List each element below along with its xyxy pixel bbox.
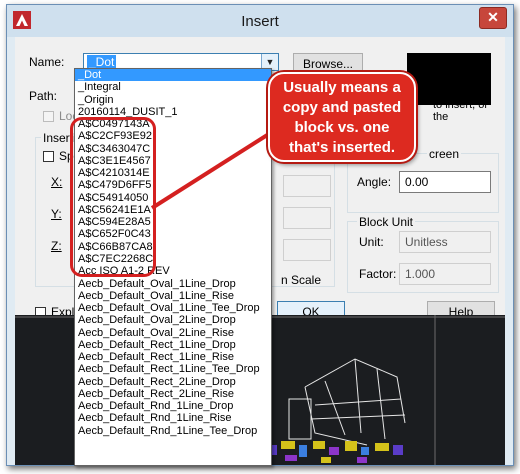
dropdown-item[interactable]: Aecb_Default_Oval_2Line_Rise — [75, 327, 271, 339]
dropdown-item[interactable]: Aecb_Default_Rnd_1Line_Tee_Drop — [75, 425, 271, 437]
dropdown-item[interactable]: Aecb_Default_Rect_2Line_Drop — [75, 376, 271, 388]
dropdown-item[interactable]: Aecb_Default_Rnd_1Line_Drop — [75, 400, 271, 412]
scale-x-field[interactable] — [283, 175, 331, 197]
callout-pointer — [150, 130, 274, 210]
dropdown-item[interactable]: Aecb_Default_Rect_2Line_Rise — [75, 388, 271, 400]
highlight-oval — [70, 117, 156, 277]
dropdown-item[interactable]: _Origin — [75, 94, 271, 106]
dropdown-item[interactable]: Aecb_Default_Oval_2Line_Drop — [75, 314, 271, 326]
locate-checkbox[interactable] — [43, 111, 54, 122]
callout-line: block vs. one — [294, 119, 390, 136]
name-label: Name: — [29, 55, 65, 69]
window-title: Insert — [241, 13, 279, 30]
dropdown-item[interactable]: Aecb_Default_Rect_1Line_Drop — [75, 339, 271, 351]
block-preview — [407, 53, 491, 105]
factor-label: Factor: — [359, 267, 397, 281]
y-label: Y: — [51, 207, 62, 221]
help-text-fragment: to insert, or the — [433, 99, 489, 123]
name-combobox-value: _Dot — [87, 55, 117, 69]
dropdown-item[interactable]: Aecb_Default_Rect_1Line_Tee_Drop — [75, 363, 271, 375]
callout-line: Usually means a — [283, 79, 401, 96]
angle-field[interactable]: 0.00 — [399, 171, 491, 193]
path-label: Path: — [29, 89, 58, 103]
callout-line: copy and pasted — [282, 99, 402, 116]
title-bar[interactable]: Insert ✕ — [7, 5, 513, 37]
dropdown-item[interactable]: Aecb_Default_Rect_1Line_Rise — [75, 351, 271, 363]
dropdown-item[interactable]: Aecb_Default_Oval_1Line_Rise — [75, 290, 271, 302]
z-label: Z: — [51, 239, 62, 253]
dropdown-item[interactable]: _Integral — [75, 81, 271, 93]
angle-label: Angle: — [357, 175, 392, 189]
dropdown-item[interactable]: Aecb_Default_Oval_1Line_Drop — [75, 278, 271, 290]
x-label: X: — [51, 175, 63, 189]
callout-line: that's inserted. — [288, 139, 396, 156]
dropdown-item[interactable]: _Dot — [75, 69, 271, 82]
block-unit-label: Block Unit — [357, 215, 416, 229]
dropdown-item[interactable]: Aecb_Default_Rnd_1Line_Rise — [75, 412, 271, 424]
rotation-screen-label: creen — [427, 147, 462, 161]
factor-value-field: 1.000 — [399, 263, 491, 285]
scale-y-field[interactable] — [283, 207, 331, 229]
annotation-callout: Usually means a copy and pasted block vs… — [268, 72, 416, 162]
specify-on-screen-checkbox[interactable] — [43, 151, 54, 162]
unit-label: Unit: — [359, 235, 384, 249]
close-button[interactable]: ✕ — [479, 7, 507, 29]
uniform-scale-label: n Scale — [281, 273, 322, 287]
scale-z-field[interactable] — [283, 239, 331, 261]
unit-value-field: Unitless — [399, 231, 491, 253]
dropdown-item[interactable]: Aecb_Default_Oval_1Line_Tee_Drop — [75, 302, 271, 314]
